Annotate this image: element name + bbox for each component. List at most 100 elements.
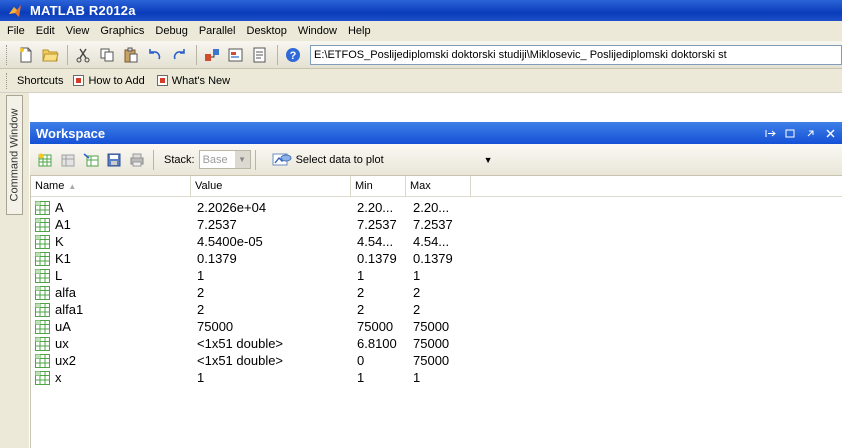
menu-graphics[interactable]: Graphics <box>95 25 150 37</box>
close-icon[interactable] <box>822 126 838 140</box>
variable-max-cell: 1 <box>413 268 421 283</box>
variable-matrix-icon <box>35 235 50 249</box>
variable-name-cell: K <box>35 234 185 250</box>
variable-min-cell: 1 <box>357 268 365 283</box>
save-workspace-icon[interactable] <box>103 149 125 171</box>
menu-edit[interactable]: Edit <box>31 25 61 37</box>
variable-value-cell: 2.2026e+04 <box>197 200 267 215</box>
shortcut-link-icon <box>73 75 85 86</box>
variable-name-cell: A <box>35 200 185 216</box>
table-row[interactable]: K1 0.1379 0.1379 0.1379 <box>31 251 842 267</box>
table-row[interactable]: L111 <box>31 268 842 284</box>
variable-min-cell: 75000 <box>357 319 394 334</box>
shortcuts-grip[interactable] <box>6 72 9 89</box>
variable-matrix-icon <box>35 286 50 300</box>
menu-help[interactable]: Help <box>343 25 377 37</box>
undo-icon[interactable] <box>144 44 166 66</box>
import-data-icon[interactable] <box>80 149 102 171</box>
open-variable-icon[interactable] <box>57 149 79 171</box>
shortcut-link-icon <box>156 75 168 86</box>
column-header-value[interactable]: Value <box>191 176 351 197</box>
variable-value-cell: 2 <box>197 302 205 317</box>
toolbar-separator <box>153 149 154 170</box>
print-icon[interactable] <box>126 149 148 171</box>
new-variable-icon[interactable] <box>34 149 56 171</box>
table-row[interactable]: K 4.5400e-05 4.54... 4.54... <box>31 234 842 250</box>
variable-value-cell: 1 <box>197 268 205 283</box>
variable-max-cell: 2 <box>413 302 421 317</box>
title-bar: MATLAB R2012a <box>0 0 842 21</box>
menu-debug[interactable]: Debug <box>150 25 193 37</box>
simulink-icon[interactable] <box>201 44 223 66</box>
variable-name-cell: K1 <box>35 251 185 267</box>
variable-matrix-icon <box>35 269 50 283</box>
variable-min-cell: 0 <box>357 353 365 368</box>
shortcut-label: What's New <box>171 74 231 87</box>
main-toolbar: ? E:\ETFOS_Poslijediplomski doktorski st… <box>0 41 842 69</box>
table-row[interactable]: x111 <box>31 370 842 386</box>
toolbar-grip[interactable] <box>6 44 9 65</box>
help-icon[interactable]: ? <box>282 44 304 66</box>
workspace-title-bar: Workspace <box>30 122 842 144</box>
shortcut-label: How to Add <box>88 74 145 87</box>
profiler-icon[interactable] <box>249 44 271 66</box>
variable-name-cell: x <box>35 370 185 386</box>
paste-icon[interactable] <box>120 44 142 66</box>
maximize-icon[interactable] <box>782 126 798 140</box>
column-header-min[interactable]: Min <box>351 176 406 197</box>
new-file-icon[interactable] <box>15 44 37 66</box>
dock-arrow-icon[interactable] <box>802 126 818 140</box>
plot-button-label: Select data to plot <box>295 153 384 166</box>
variable-max-cell: 1 <box>413 370 421 385</box>
menu-file[interactable]: File <box>2 25 31 37</box>
open-folder-icon[interactable] <box>39 44 61 66</box>
variable-value-cell: 1 <box>197 370 205 385</box>
table-row[interactable]: ux2 <1x51 double> 0 75000 <box>31 353 842 369</box>
redo-icon[interactable] <box>168 44 190 66</box>
table-row[interactable]: A 2.2026e+04 2.20... 2.20... <box>31 200 842 216</box>
workspace-title: Workspace <box>36 125 106 141</box>
select-data-to-plot-button[interactable]: Select data to plot ▼ <box>268 150 497 170</box>
chevron-down-icon[interactable]: ▼ <box>484 155 493 165</box>
menu-window[interactable]: Window <box>293 25 343 37</box>
stack-value: Base <box>202 153 228 166</box>
window-title: MATLAB R2012a <box>30 3 136 18</box>
variable-name-cell: ux2 <box>35 353 185 369</box>
table-row[interactable]: A1 7.2537 7.2537 7.2537 <box>31 217 842 233</box>
workspace-window-controls <box>758 126 842 140</box>
workspace-toolbar: Stack: Base ▼ Select data to plot ▼ <box>30 144 842 176</box>
shortcuts-label: Shortcuts <box>17 74 64 87</box>
current-folder-field[interactable]: E:\ETFOS_Poslijediplomski doktorski stud… <box>310 44 842 65</box>
column-header-max[interactable]: Max <box>406 176 471 197</box>
variable-max-cell: 7.2537 <box>413 217 453 232</box>
table-row[interactable]: alfa 2 2 2 <box>31 285 842 301</box>
variable-min-cell: 1 <box>357 370 365 385</box>
stack-dropdown[interactable]: Base ▼ <box>198 150 251 169</box>
column-header-name[interactable]: Name ▲ <box>31 176 191 197</box>
undock-icon[interactable] <box>762 126 778 140</box>
cut-icon[interactable] <box>72 44 94 66</box>
table-row[interactable]: alfa1 2 2 2 <box>31 302 842 318</box>
variable-max-cell: 75000 <box>413 336 450 351</box>
menu-desktop[interactable]: Desktop <box>242 25 293 37</box>
variable-min-cell: 6.8100 <box>357 336 397 351</box>
shortcut-whats-new[interactable]: What's New <box>156 74 231 87</box>
menu-parallel[interactable]: Parallel <box>194 25 242 37</box>
shortcuts-bar: Shortcuts How to Add What's New <box>0 69 842 93</box>
variable-max-cell: 2.20... <box>413 200 450 215</box>
menu-bar: File Edit View Graphics Debug Parallel D… <box>0 21 842 41</box>
menu-view[interactable]: View <box>61 25 96 37</box>
table-row[interactable]: uA 75000 75000 75000 <box>31 319 842 335</box>
command-window-tab-label: Command Window <box>8 108 21 202</box>
variable-min-cell: 7.2537 <box>357 217 397 232</box>
shortcut-how-to-add[interactable]: How to Add <box>73 74 145 87</box>
guide-icon[interactable] <box>225 44 247 66</box>
variable-min-cell: 4.54... <box>357 234 394 249</box>
plot-selector-icon <box>272 153 292 165</box>
copy-icon[interactable] <box>96 44 118 66</box>
toolbar-separator <box>67 44 68 65</box>
command-window-tab[interactable]: Command Window <box>6 95 23 215</box>
table-row[interactable]: ux <1x51 double> 6.8100 75000 <box>31 336 842 352</box>
workspace-variable-table: Name ▲ Value Min Max A 2.2026e+04 2.20... 2.… <box>30 176 842 448</box>
variable-value-cell: 4.5400e-05 <box>197 234 263 249</box>
